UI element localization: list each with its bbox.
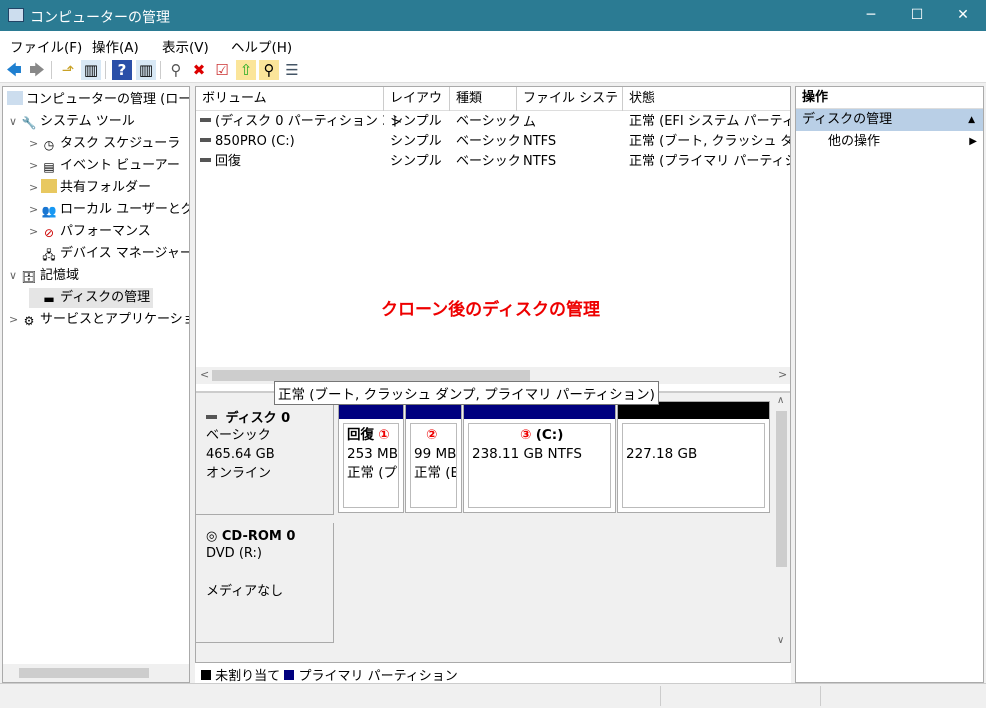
disk-0-label[interactable]: ディスク 0 ベーシック 465.64 GB オンライン [196, 401, 334, 515]
status-divider [660, 686, 661, 706]
partition-recovery[interactable]: 回復 ①253 MB正常 (プライマリ パーティション) [338, 401, 404, 513]
partition-efi[interactable]: ②99 MB正常 (EFI システム パーティション) [405, 401, 462, 513]
tools-icon: 🔧 [21, 116, 37, 130]
tree-item-computer-management[interactable]: コンピューターの管理 (ローカル) [5, 90, 189, 110]
volume-list-header: ボリューム レイアウト 種類 ファイル システム 状態 [196, 87, 790, 130]
navigation-tree: コンピューターの管理 (ローカル) ∨🔧システム ツール >◷タスク スケジュー… [2, 86, 190, 683]
back-icon[interactable]: 🡄 [4, 60, 24, 80]
scroll-down-icon[interactable]: ∨ [777, 635, 784, 646]
column-volume[interactable]: ボリューム [196, 87, 384, 111]
actions-section-disk-management[interactable]: ディスクの管理 ▲ [796, 109, 983, 131]
submenu-arrow-icon: ▶ [969, 136, 977, 147]
toolbar-separator [105, 61, 106, 79]
find-icon[interactable]: ⚲ [259, 60, 279, 80]
title-bar: コンピューターの管理 ─ ☐ ✕ [0, 0, 986, 31]
column-layout[interactable]: レイアウト [384, 87, 450, 130]
action-pane-icon[interactable]: ▥ [136, 60, 156, 80]
tree-horizontal-scrollbar[interactable] [3, 664, 189, 682]
storage-icon: 🗄 [21, 270, 37, 284]
marker-3: ③ [520, 427, 532, 443]
primary-swatch [284, 670, 295, 680]
tree-item-system-tools[interactable]: ∨ 🔧 システム ツール [9, 112, 135, 132]
annotation-text: クローン後のディスクの管理 [381, 300, 600, 320]
show-hide-tree-icon[interactable]: ▥ [81, 60, 101, 80]
close-button[interactable]: ✕ [940, 0, 986, 31]
disk-0-partitions: 回復 ①253 MB正常 (プライマリ パーティション) ②99 MB正常 (E… [338, 401, 772, 515]
column-status[interactable]: 状態 [623, 87, 790, 111]
properties-icon[interactable]: ☑ [212, 60, 232, 80]
toolbar-separator [51, 61, 52, 79]
computer-management-icon [8, 8, 24, 22]
actions-pane: 操作 ディスクの管理 ▲ 他の操作 ▶ [795, 86, 984, 683]
performance-icon: ⊘ [43, 226, 55, 240]
computer-icon [7, 91, 23, 105]
table-row[interactable]: 850PRO (C:) シンプル ベーシック NTFS 正常 (ブート, クラッ… [196, 132, 790, 152]
volume-icon [200, 118, 211, 122]
tree-item-services-applications[interactable]: >⚙サービスとアプリケーション [9, 310, 189, 330]
services-icon: ⚙ [23, 314, 35, 328]
scroll-up-icon[interactable]: ∧ [777, 395, 784, 406]
menu-help[interactable]: ヘルプ(H) [231, 36, 292, 56]
device-icon: 🖧 [42, 248, 56, 262]
volume-icon [200, 138, 211, 142]
scrollbar-thumb[interactable] [19, 668, 149, 678]
minimize-button[interactable]: ─ [848, 0, 894, 31]
scrollbar-thumb[interactable] [212, 370, 530, 381]
help-icon[interactable]: ? [112, 60, 132, 80]
tree-item-task-scheduler[interactable]: > ◷ タスク スケジューラ [29, 134, 180, 154]
forward-icon[interactable]: 🡆 [27, 60, 47, 80]
legend: 未割り当て プライマリ パーティション [195, 662, 791, 684]
disk-icon: ▬ [43, 292, 55, 306]
tree-item-storage[interactable]: ∨ 🗄 記憶域 [9, 266, 79, 286]
status-divider [820, 686, 821, 706]
table-row[interactable]: (ディスク 0 パーティション 3) シンプル ベーシック 正常 (EFI シス… [196, 112, 790, 132]
export-icon[interactable]: ⇧ [236, 60, 256, 80]
folder-icon [41, 179, 57, 193]
scroll-left-icon[interactable]: < [200, 368, 209, 381]
list-icon[interactable]: ☰ [282, 60, 302, 80]
actions-header: 操作 [796, 87, 983, 109]
scrollbar-thumb[interactable] [776, 411, 787, 567]
tree-item-disk-management[interactable]: ▬ ディスクの管理 [29, 288, 154, 308]
table-row[interactable]: 回復 シンプル ベーシック NTFS 正常 (プライマリ パーティション) [196, 152, 790, 172]
tree-item-device-manager[interactable]: 🖧 デバイス マネージャー [29, 244, 189, 264]
maximize-button[interactable]: ☐ [894, 0, 940, 31]
collapse-icon[interactable]: ▲ [968, 109, 975, 131]
partition-c[interactable]: ③ (C:) 238.11 GB NTFS [463, 401, 616, 513]
up-folder-icon[interactable]: ⬏ [58, 60, 78, 80]
menu-action[interactable]: 操作(A) [92, 36, 139, 56]
cdrom-0-label[interactable]: ◎ CD-ROM 0 DVD (R:) メディアなし [196, 523, 334, 643]
column-type[interactable]: 種類 [450, 87, 517, 111]
volume-icon [200, 158, 211, 162]
toolbar: 🡄 🡆 ⬏ ▥ ? ▥ ⚲ ✖ ☑ ⇧ ⚲ ☰ [0, 57, 986, 83]
menu-view[interactable]: 表示(V) [162, 36, 209, 56]
tree-item-performance[interactable]: > ⊘ パフォーマンス [29, 222, 151, 242]
clock-icon: ◷ [43, 138, 55, 152]
disk-graphical-view: ディスク 0 ベーシック 465.64 GB オンライン 回復 ① 253 MB 正… [196, 391, 790, 683]
menu-file[interactable]: ファイル(F) [10, 36, 82, 56]
volume-list: (ディスク 0 パーティション 3) シンプル ベーシック 正常 (EFI シス… [196, 112, 790, 172]
tree-item-event-viewer[interactable]: > ▤ イベント ビューアー [29, 156, 180, 176]
tree-item-shared-folders[interactable]: > 共有フォルダー [29, 178, 151, 198]
status-bar [0, 683, 986, 708]
cdrom-icon: ◎ [206, 529, 218, 544]
menu-bar: ファイル(F) 操作(A) 表示(V) ヘルプ(H) [0, 31, 986, 57]
marker-2: ② [426, 427, 438, 443]
event-icon: ▤ [43, 160, 55, 174]
connect-icon[interactable]: ⚲ [166, 60, 186, 80]
delete-icon[interactable]: ✖ [189, 60, 209, 80]
users-icon: 👥 [41, 204, 57, 218]
unallocated-swatch [201, 670, 211, 680]
window-title: コンピューターの管理 [30, 10, 170, 26]
partition-unallocated[interactable]: 227.18 GB [617, 401, 770, 513]
tree-item-local-users[interactable]: >👥ローカル ユーザーとグループ [29, 200, 189, 220]
graphical-view-vertical-scrollbar[interactable]: ∧ ∨ [773, 393, 790, 651]
partition-tooltip: 正常 (ブート, クラッシュ ダンプ, プライマリ パーティション) [274, 381, 659, 405]
column-filesystem[interactable]: ファイル システム [517, 87, 623, 130]
disk-icon [206, 415, 217, 419]
toolbar-separator [160, 61, 161, 79]
scroll-right-icon[interactable]: > [778, 368, 787, 381]
marker-1: ① [378, 427, 390, 443]
more-actions-item[interactable]: 他の操作 ▶ [796, 131, 983, 153]
